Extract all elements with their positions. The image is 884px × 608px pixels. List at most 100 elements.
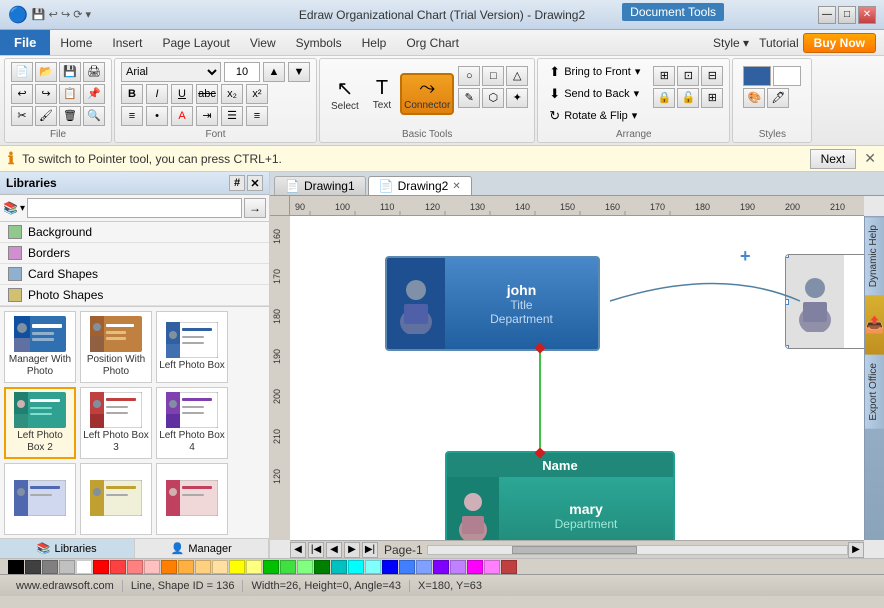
shape-manager-with-photo[interactable]: Manager With Photo [4,311,76,383]
arrange-btn-5[interactable]: 🔓 [677,88,699,108]
shape-extra-2[interactable] [80,463,152,535]
format-btn[interactable]: 🖌 [35,106,57,126]
h-scrollbar-thumb[interactable] [512,546,638,554]
info-close-icon[interactable]: ✕ [864,150,876,167]
shape-btn-6[interactable]: ✦ [506,88,528,108]
style-btn-3[interactable]: 🎨 [743,88,765,108]
shape-left-photo-box[interactable]: Left Photo Box [156,311,228,383]
library-item-background[interactable]: Background [0,222,269,243]
color-swatch[interactable] [433,560,449,574]
font-size-input[interactable] [224,62,260,82]
connector-tool-btn[interactable]: ⤳ Connector [400,73,454,115]
arrange-btn-2[interactable]: ⊡ [677,66,699,86]
color-swatch[interactable] [467,560,483,574]
style-link[interactable]: Style ▾ [713,36,749,50]
menu-help[interactable]: Help [352,30,397,55]
superscript-btn[interactable]: x² [246,84,268,104]
align-btn2[interactable]: ☰ [221,106,243,126]
undo-btn[interactable]: ↩ [11,84,33,104]
h-scrollbar-track[interactable] [427,545,848,555]
panel-close-btn[interactable]: ✕ [247,175,263,191]
bold-btn[interactable]: B [121,84,143,104]
style-btn-2[interactable] [773,66,801,86]
font-size-up[interactable]: ▲ [263,62,285,82]
select-tool-btn[interactable]: ↖ Select [326,73,364,115]
org-box-test[interactable]: test Title Department [785,254,864,349]
color-swatch[interactable] [144,560,160,574]
color-swatch[interactable] [365,560,381,574]
clear-btn[interactable]: 🗑 [59,106,81,126]
search-btn2[interactable]: 🔍 [83,106,105,126]
org-box-john[interactable]: john Title Department [385,256,600,351]
search-input[interactable] [27,198,242,218]
color-swatch[interactable] [450,560,466,574]
new-btn[interactable]: 📄 [11,62,33,82]
maximize-btn[interactable]: □ [838,6,856,24]
manager-tab[interactable]: 👤 Manager [135,539,270,558]
tab-close-icon[interactable]: ✕ [452,181,460,192]
color-swatch[interactable] [76,560,92,574]
color-swatch[interactable] [127,560,143,574]
send-to-back-btn[interactable]: ⬇ Send to Back ▾ [544,84,645,104]
library-item-card-shapes[interactable]: Card Shapes [0,264,269,285]
minimize-btn[interactable]: — [818,6,836,24]
panel-pin-btn[interactable]: # [229,175,245,191]
color-swatch[interactable] [484,560,500,574]
shape-left-photo-box-3[interactable]: Left Photo Box 3 [80,387,152,459]
color-swatch[interactable] [178,560,194,574]
page-prev-btn[interactable]: ◀ [326,542,342,558]
color-swatch[interactable] [110,560,126,574]
shape-btn-3[interactable]: △ [506,66,528,86]
dynamic-help-btn[interactable]: Dynamic Help [865,216,884,295]
color-swatch[interactable] [195,560,211,574]
color-swatch[interactable] [59,560,75,574]
export-office-btn[interactable]: Export Office [865,355,884,429]
search-go-btn[interactable]: → [244,198,266,218]
color-swatch[interactable] [382,560,398,574]
shape-left-photo-box-4[interactable]: Left Photo Box 4 [156,387,228,459]
color-swatch[interactable] [297,560,313,574]
align-left-btn[interactable]: ≡ [121,106,143,126]
print-btn[interactable]: 🖨 [83,62,105,82]
page-next-btn[interactable]: ▶ [344,542,360,558]
text-tool-btn[interactable]: T Text [368,74,396,114]
menu-page-layout[interactable]: Page Layout [152,30,239,55]
shape-btn-5[interactable]: ⬡ [482,88,504,108]
library-item-photo-shapes[interactable]: Photo Shapes [0,285,269,306]
bullet-btn[interactable]: • [146,106,168,126]
cut-btn[interactable]: ✂ [11,106,33,126]
page-last-btn[interactable]: ▶| [362,542,378,558]
close-btn[interactable]: ✕ [858,6,876,24]
buy-now-btn[interactable]: Buy Now [803,33,876,53]
redo-btn[interactable]: ↪ [35,84,57,104]
shape-left-photo-box-2[interactable]: Left Photo Box 2 [4,387,76,459]
color-swatch[interactable] [8,560,24,574]
color-swatch[interactable] [416,560,432,574]
arrange-btn-6[interactable]: ⊞ [701,88,723,108]
color-swatch[interactable] [263,560,279,574]
shape-extra-1[interactable] [4,463,76,535]
color-swatch[interactable] [331,560,347,574]
scroll-left-btn[interactable]: ◀ [290,542,306,558]
underline-btn[interactable]: U [171,84,193,104]
menu-insert[interactable]: Insert [102,30,152,55]
rotate-flip-btn[interactable]: ↻ Rotate & Flip ▾ [544,106,645,126]
arrange-btn-4[interactable]: 🔒 [653,88,675,108]
shape-btn-1[interactable]: ○ [458,66,480,86]
color-swatch[interactable] [229,560,245,574]
color-swatch[interactable] [42,560,58,574]
color-swatch[interactable] [399,560,415,574]
menu-org-chart[interactable]: Org Chart [396,30,469,55]
menu-home[interactable]: Home [50,30,102,55]
strikethrough-btn[interactable]: abc [196,84,218,104]
color-swatch[interactable] [314,560,330,574]
scroll-right-btn[interactable]: ▶ [848,542,864,558]
subscript-btn[interactable]: x₂ [221,84,243,104]
font-color-btn[interactable]: A [171,106,193,126]
color-swatch[interactable] [25,560,41,574]
color-swatch[interactable] [161,560,177,574]
open-btn[interactable]: 📂 [35,62,57,82]
bring-to-front-btn[interactable]: ⬆ Bring to Front ▾ [544,62,645,82]
arrange-btn-1[interactable]: ⊞ [653,66,675,86]
style-btn-1[interactable] [743,66,771,86]
